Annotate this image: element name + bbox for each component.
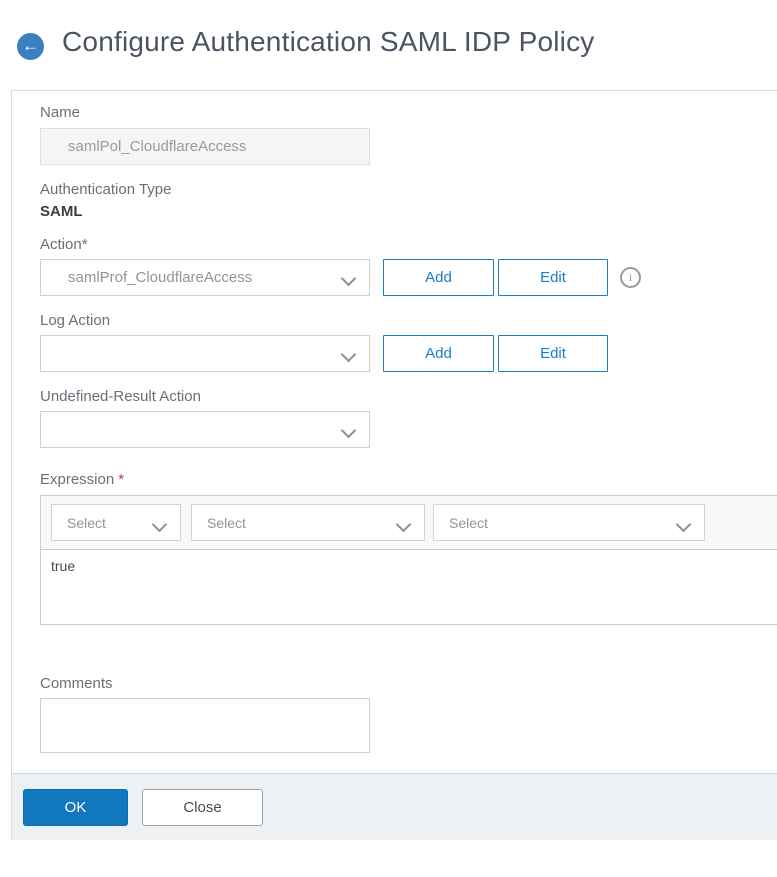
action-edit-button[interactable]: Edit xyxy=(498,259,608,296)
action-row: samlProf_CloudflareAccess Add Edit i xyxy=(40,259,777,296)
comments-label: Comments xyxy=(40,675,113,692)
configure-saml-idp-policy-page: ← Configure Authentication SAML IDP Poli… xyxy=(0,0,777,877)
chevron-down-icon xyxy=(340,422,357,439)
chevron-down-icon xyxy=(340,346,357,363)
expression-operand-select-1[interactable]: Select xyxy=(51,504,181,541)
expression-operand-select-2[interactable]: Select xyxy=(191,504,425,541)
expression-label-text: Expression xyxy=(40,471,115,488)
expression-operand-select-2-value: Select xyxy=(207,514,246,531)
log-action-label: Log Action xyxy=(40,312,111,329)
ok-button[interactable]: OK xyxy=(23,789,128,826)
log-action-row: Add Edit xyxy=(40,335,777,372)
action-bar: OK Close xyxy=(12,773,777,840)
undefined-result-action-select[interactable] xyxy=(40,411,370,448)
log-action-select[interactable] xyxy=(40,335,370,372)
expression-operand-select-3-value: Select xyxy=(449,514,488,531)
info-icon[interactable]: i xyxy=(620,267,641,288)
action-select-value: samlProf_CloudflareAccess xyxy=(68,269,253,286)
form-panel: Name Authentication Type SAML Action* sa… xyxy=(11,90,777,840)
name-input[interactable] xyxy=(40,128,370,165)
expression-operand-select-1-value: Select xyxy=(67,514,106,531)
undefined-result-action-label: Undefined-Result Action xyxy=(40,388,201,405)
comments-input[interactable] xyxy=(40,698,370,753)
action-add-button[interactable]: Add xyxy=(383,259,494,296)
expression-builder-toolbar: Select Select Select xyxy=(41,496,777,549)
log-action-add-button[interactable]: Add xyxy=(383,335,494,372)
action-label: Action* xyxy=(40,236,88,253)
authentication-type-label: Authentication Type xyxy=(40,181,172,198)
chevron-down-icon xyxy=(395,516,412,533)
authentication-type-value: SAML xyxy=(40,203,83,220)
chevron-down-icon xyxy=(675,516,692,533)
undefined-result-action-row xyxy=(40,411,777,448)
page-header: ← Configure Authentication SAML IDP Poli… xyxy=(0,0,777,90)
expression-operand-select-3[interactable]: Select xyxy=(433,504,705,541)
arrow-left-icon: ← xyxy=(22,36,39,55)
log-action-edit-button[interactable]: Edit xyxy=(498,335,608,372)
page-title: Configure Authentication SAML IDP Policy xyxy=(62,26,595,57)
expression-input[interactable]: true xyxy=(41,549,777,624)
expression-label: Expression * xyxy=(40,471,777,488)
form-content: Name Authentication Type SAML Action* sa… xyxy=(12,91,777,753)
required-asterisk: * xyxy=(118,471,125,488)
info-icon-glyph: i xyxy=(628,270,633,284)
expression-builder: Select Select Select true xyxy=(40,495,777,625)
name-label: Name xyxy=(40,104,81,121)
back-button[interactable]: ← xyxy=(17,33,44,60)
chevron-down-icon xyxy=(151,516,168,533)
action-select[interactable]: samlProf_CloudflareAccess xyxy=(40,259,370,296)
close-button[interactable]: Close xyxy=(142,789,263,826)
